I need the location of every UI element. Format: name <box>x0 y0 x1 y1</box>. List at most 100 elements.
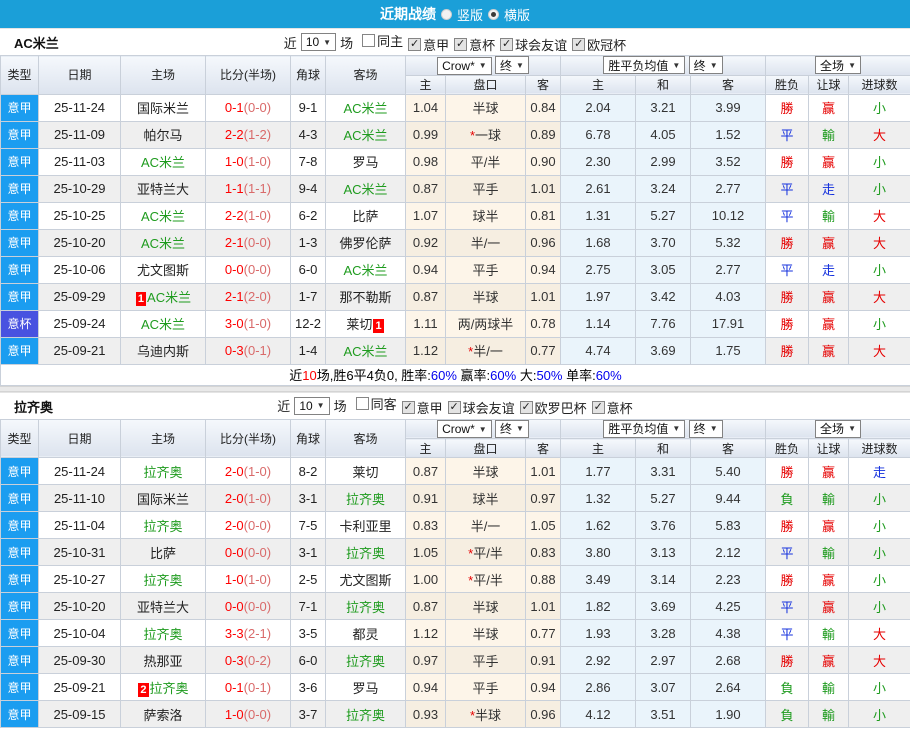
odds-time-select[interactable]: 终 ▼ <box>495 56 529 74</box>
sub-header-odds-away: 客 <box>525 74 561 95</box>
odds-away: 1.01 <box>525 282 561 311</box>
odds-away: 0.77 <box>525 619 561 647</box>
avg-odds-select[interactable]: 胜平负均值 ▼ <box>603 419 686 438</box>
filter-checkbox-欧罗巴杯[interactable]: ✓ 欧罗巴杯 <box>519 398 587 417</box>
checkbox-icon[interactable]: ✓ <box>454 37 468 51</box>
avg-win-odds: 2.30 <box>560 147 636 176</box>
result-winlose: 平 <box>765 255 810 284</box>
odds-home: 0.97 <box>405 646 446 674</box>
avg-odds-select[interactable]: 胜平负均值 ▼ <box>603 56 686 75</box>
checkbox-icon[interactable] <box>362 33 376 47</box>
checkbox-icon[interactable]: ✓ <box>572 37 586 51</box>
fulltime-score: 2-0 <box>224 517 244 533</box>
result-winlose: 平 <box>765 174 810 203</box>
avg-time-select[interactable]: 终 ▼ <box>688 419 723 438</box>
filter-checkbox-同客[interactable]: 同客 <box>355 394 397 413</box>
score-cell: 0-0(0-0) <box>205 592 291 620</box>
checkbox-icon[interactable]: ✓ <box>408 37 422 51</box>
result-handicap: 輸 <box>808 673 850 701</box>
result-goals: 小 <box>848 255 910 284</box>
corner-count: 8-2 <box>290 457 326 485</box>
avg-draw-odds: 3.42 <box>635 282 691 311</box>
full-match-select[interactable]: 全场 ▼ <box>815 419 861 438</box>
match-row: 意甲 25-09-21 2 拉齐奥 0-1(0-1) 3-6 罗马 0.94 平手 0.94 2.8… <box>0 673 910 701</box>
handicap-line: 半/一 <box>445 511 526 539</box>
score-cell: 1-1(1-1) <box>205 174 291 203</box>
chevron-down-icon: ▼ <box>516 424 524 433</box>
sub-header-handicap-result: 让球 <box>808 438 850 458</box>
avg-draw-odds: 3.69 <box>635 336 691 365</box>
sub-header-avg-lose: 客 <box>689 74 767 95</box>
checkbox-icon[interactable]: ✓ <box>591 401 605 414</box>
filter-checkbox-意杯[interactable]: ✓ 意杯 <box>454 35 495 54</box>
result-handicap: 輸 <box>808 700 850 728</box>
filter-checkbox-意杯[interactable]: ✓ 意杯 <box>591 398 633 417</box>
radio-vertical-layout[interactable] <box>440 8 452 20</box>
filter-checkbox-意甲[interactable]: ✓ 意甲 <box>408 35 449 54</box>
filter-checkbox-球会友谊[interactable]: ✓ 球会友谊 <box>500 35 567 54</box>
full-match-select[interactable]: 全场 ▼ <box>815 56 861 75</box>
avg-win-odds: 4.74 <box>560 336 636 365</box>
avg-draw-odds: 5.27 <box>635 484 691 512</box>
checkbox-icon[interactable]: ✓ <box>500 37 514 51</box>
home-team: 拉齐奥 <box>120 457 206 485</box>
avg-lose-odds: 4.25 <box>689 592 767 620</box>
odds-home: 0.91 <box>405 484 446 512</box>
match-count-select[interactable]: 10 ▼ <box>300 33 337 51</box>
sub-header-avg-win: 主 <box>560 438 636 458</box>
odds-home: 1.12 <box>405 619 446 647</box>
checkbox-icon[interactable] <box>355 397 369 410</box>
radio-horizontal-label[interactable]: 横版 <box>504 5 530 24</box>
match-row: 意甲 25-09-15 萨索洛 1-0(0-0) 3-7 拉齐奥 0.93 *半球 0.96 4.… <box>0 700 910 728</box>
checkbox-icon[interactable]: ✓ <box>519 401 533 414</box>
checkbox-icon[interactable]: ✓ <box>447 401 461 414</box>
avg-lose-odds: 3.99 <box>689 93 767 122</box>
match-date: 25-10-29 <box>38 174 121 203</box>
result-winlose: 負 <box>765 673 810 701</box>
avg-time-select[interactable]: 终 ▼ <box>688 56 723 75</box>
fulltime-score: 3-0 <box>224 316 244 331</box>
filter-checkbox-欧冠杯[interactable]: ✓ 欧冠杯 <box>572 35 626 54</box>
score-cell: 2-1(0-0) <box>205 228 291 257</box>
score-cell: 0-0(0-0) <box>205 538 291 566</box>
match-count-select[interactable]: 10 ▼ <box>294 396 330 415</box>
match-row: 意甲 25-10-06 尤文图斯 0-0(0-0) 6-0 AC米兰 0.94 平手 0.94 2… <box>0 255 910 284</box>
filter-checkbox-同主[interactable]: 同主 <box>362 31 403 50</box>
away-team: AC米兰 <box>325 93 406 122</box>
filterbar-ac-milan: AC米兰 近 10 ▼ 场 同主 ✓ 意甲 ✓ 意杯 ✓ 球会友谊 ✓ 欧冠杯 <box>0 28 910 55</box>
match-row: 意甲 25-11-03 AC米兰 1-0(1-0) 7-8 罗马 0.98 平/半 0.90 2.… <box>0 147 910 176</box>
match-row: 意甲 25-11-24 国际米兰 0-1(0-0) 9-1 AC米兰 1.04 半球 0.84 2… <box>0 93 910 122</box>
away-team: 莱切 <box>325 457 406 485</box>
avg-lose-odds: 4.03 <box>689 282 767 311</box>
filter-checkbox-球会友谊[interactable]: ✓ 球会友谊 <box>447 398 515 417</box>
result-winlose: 平 <box>765 592 810 620</box>
checkbox-icon[interactable]: ✓ <box>401 401 415 414</box>
radio-vertical-label[interactable]: 竖版 <box>457 5 483 24</box>
result-group-header: 全场 ▼ <box>765 55 910 76</box>
result-winlose: 平 <box>765 120 810 149</box>
handicap-line: *一球 <box>445 120 526 149</box>
away-team: AC米兰 <box>325 255 406 284</box>
score-cell: 2-1(2-0) <box>205 282 291 311</box>
handicap-line: 半球 <box>445 592 526 620</box>
score-cell: 1-0(1-0) <box>205 147 291 176</box>
odds-company-select[interactable]: Crow* ▼ <box>437 420 492 438</box>
radio-horizontal-layout[interactable] <box>488 8 499 20</box>
away-team: 佛罗伦萨 <box>325 228 406 257</box>
filter-checkbox-意甲[interactable]: ✓ 意甲 <box>401 398 443 417</box>
score-cell: 2-0(1-0) <box>205 484 291 512</box>
avg-draw-odds: 3.07 <box>635 673 691 701</box>
odds-company-select[interactable]: Crow* ▼ <box>437 56 492 75</box>
sub-header-handicap-result: 让球 <box>808 74 850 95</box>
corner-count: 9-1 <box>290 93 326 122</box>
halftime-score: (2-0) <box>243 289 272 304</box>
avg-win-odds: 3.49 <box>560 565 636 593</box>
avg-win-odds: 1.68 <box>560 228 636 257</box>
league-type-badge: 意甲 <box>0 457 39 485</box>
odds-away: 1.01 <box>525 174 561 203</box>
match-date: 25-10-06 <box>38 255 121 284</box>
col-header-score: 比分(半场) <box>205 55 291 95</box>
corner-count: 12-2 <box>290 309 326 338</box>
result-winlose: 勝 <box>765 646 810 674</box>
odds-time-select[interactable]: 终 ▼ <box>495 419 529 438</box>
